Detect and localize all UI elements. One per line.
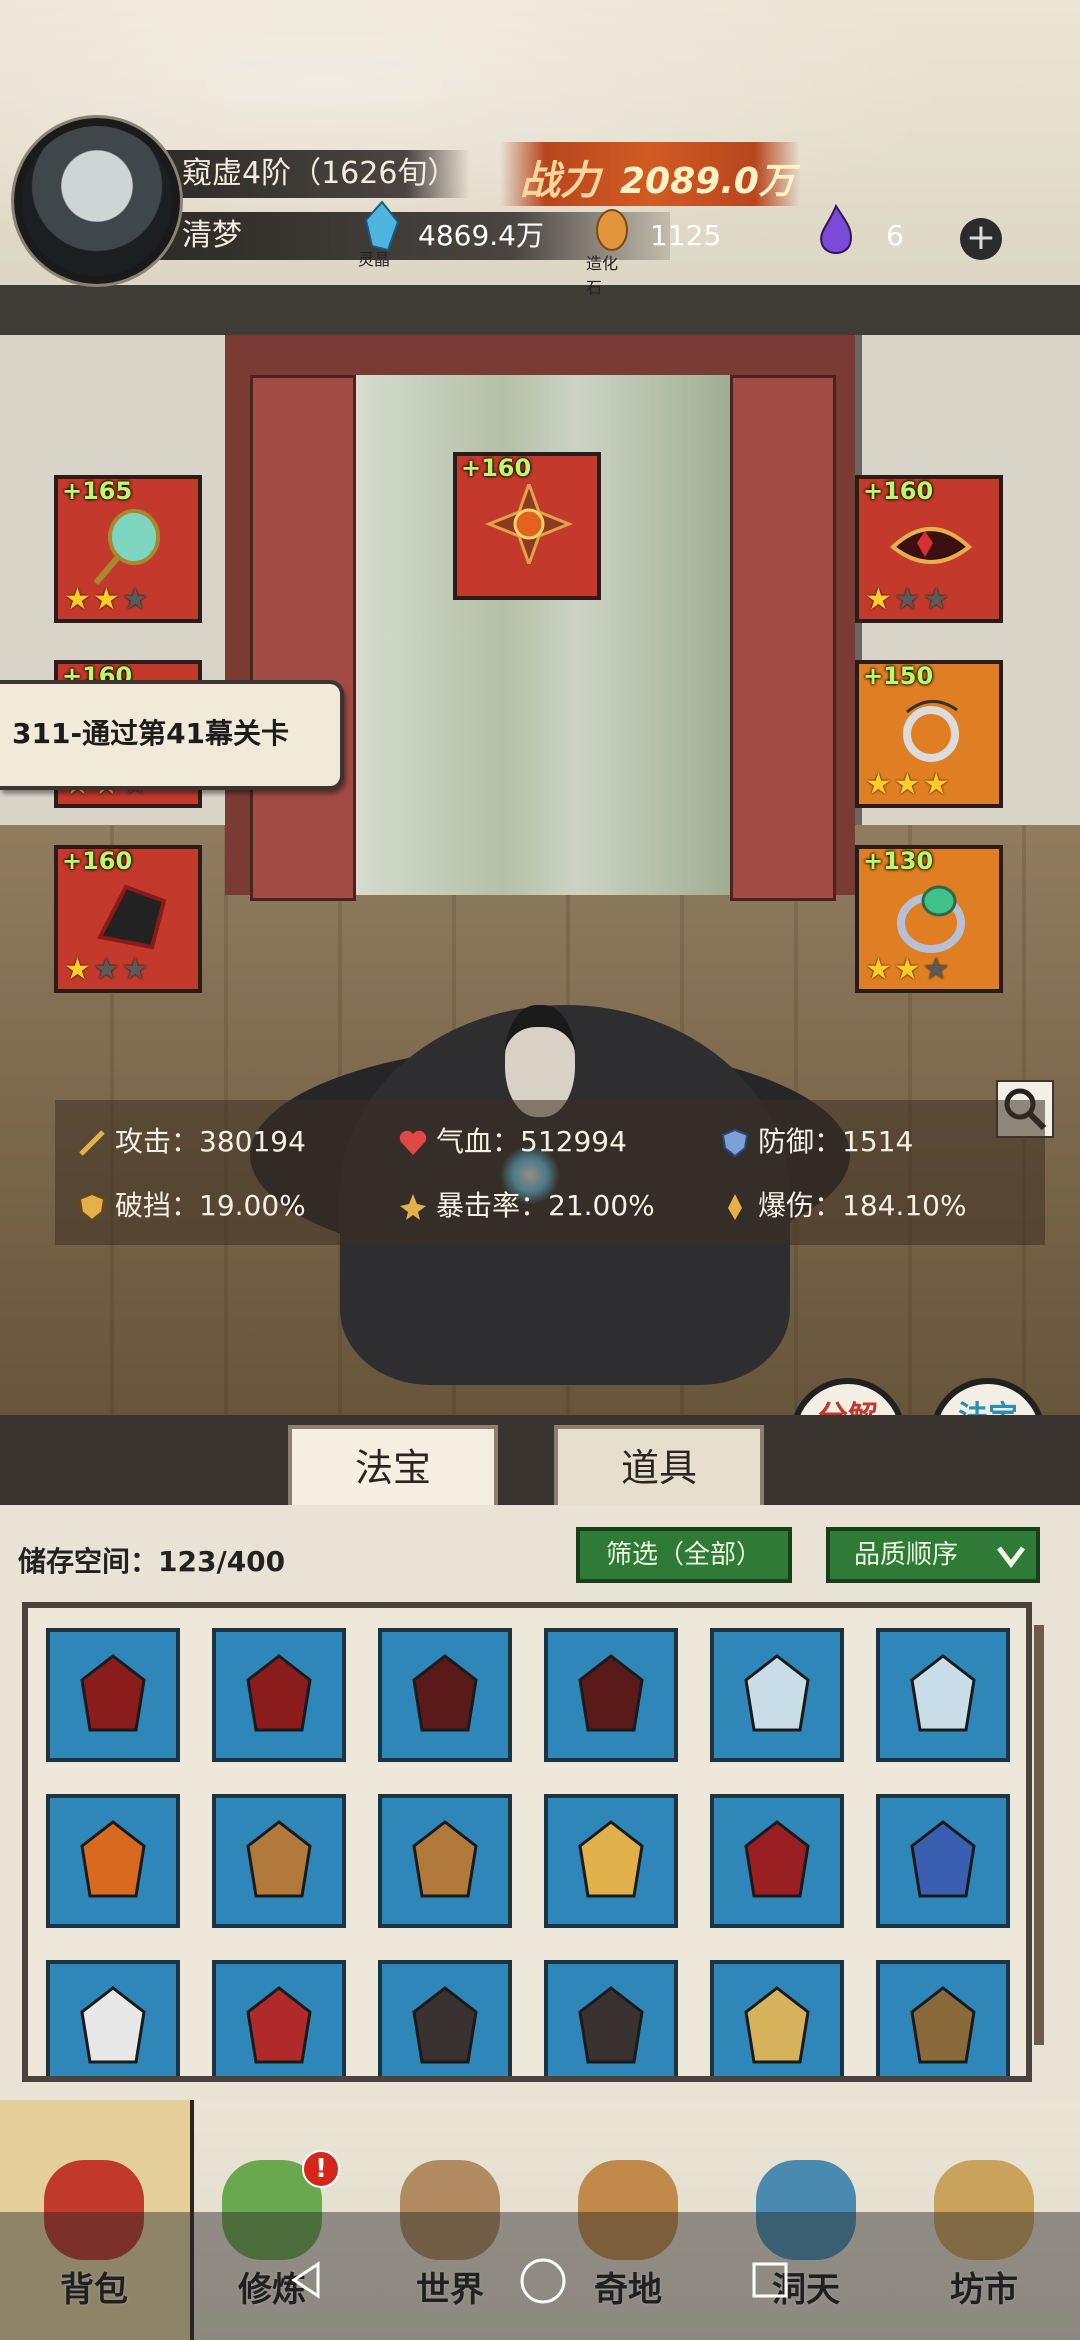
tab-strip [0,1415,1080,1505]
quest-text: 311-通过第41幕关卡 [12,717,290,750]
ice-sword-icon [910,1654,976,1732]
spirit-flame-resource[interactable] [816,203,856,262]
chevron-down-icon [997,1546,1025,1569]
zaohuashi-resource[interactable]: 造化石 [586,204,632,297]
inventory-slot[interactable] [876,1794,1010,1928]
crit-icon [400,1194,426,1220]
stat-attack: 攻击：380194 [77,1120,306,1160]
stat-crit-rate: 暴击率：21.00% [398,1184,655,1224]
ice-sword-icon [744,1654,810,1732]
inventory-slot[interactable] [378,1628,512,1762]
golden-armor-icon [578,1820,644,1898]
bronze-cannon-icon [910,1986,976,2064]
stat-penetration: 破挡：19.00% [77,1184,306,1224]
player-name: 清梦 [182,218,242,253]
quest-banner[interactable]: 311-通过第41幕关卡 [0,680,344,790]
azure-armor-icon [910,1820,976,1898]
star-rating: ★★★ [865,582,952,617]
lingjing-resource[interactable]: 灵晶 [358,200,402,269]
crimson-robe-icon [744,1820,810,1898]
stats-panel: 攻击：380194 气血：512994 防御：1514 破挡：19.00% 暴击… [55,1100,1045,1245]
broken-shield-icon [78,1192,106,1222]
dark-gauntlet-icon [96,884,167,950]
blood-claw-icon [80,1654,146,1732]
bronze-staff-icon [412,1820,478,1898]
spirit-flame-value: 6 [886,219,904,252]
inventory-slot[interactable] [378,1960,512,2076]
combat-power-label: 战力 [520,158,600,204]
sun-emblem-icon [485,484,573,564]
spirit-flame-icon [820,203,852,254]
equip-slot-left-1[interactable]: +165 ★★★ [54,475,202,623]
stat-hp: 气血：512994 [398,1120,627,1160]
sword-icon [79,1130,105,1156]
stat-defense: 防御：1514 [720,1120,913,1160]
filter-button[interactable]: 筛选（全部） [576,1527,792,1583]
inventory-slot[interactable] [46,1960,180,2076]
gold-plate-armor-icon [744,1986,810,2064]
inventory-slot[interactable] [378,1794,512,1928]
stat-crit-damage: 爆伤：184.10% [720,1184,967,1224]
recents-icon[interactable] [750,2260,790,2300]
silver-pendant-icon [903,700,959,762]
lingjing-value: 4869.4万 [418,219,544,252]
rank-bar: 窥虚4阶（1626旬） [150,150,470,198]
star-rating: ★★★ [865,767,952,802]
inventory-slot[interactable] [46,1628,180,1762]
bronze-staff-icon [246,1820,312,1898]
dark-saw-wheel-icon [412,1654,478,1732]
star-rating: ★★★ [865,952,952,987]
star-rating: ★★★ [64,582,151,617]
white-robe-icon [80,1986,146,2064]
tab-items[interactable]: 道具 [554,1425,764,1511]
inventory-slot[interactable] [544,1960,678,2076]
equip-slot-right-3[interactable]: +130 ★★★ [855,845,1003,993]
equip-slot-left-3[interactable]: +160 ★★★ [54,845,202,993]
equip-slot-top[interactable]: +160 [453,452,601,600]
inventory-slot[interactable] [876,1628,1010,1762]
inventory-slot[interactable] [544,1628,678,1762]
zaohuashi-value: 1125 [650,219,722,252]
notification-badge: ! [302,2150,340,2188]
crit-damage-icon [728,1194,742,1220]
inventory-grid [22,1602,1032,2082]
shield-icon [721,1128,749,1158]
crimson-headband-icon [889,527,973,564]
home-icon[interactable] [518,2256,568,2306]
black-robe-icon [578,1986,644,2064]
inventory-slot[interactable] [544,1794,678,1928]
equip-slot-right-2[interactable]: +150 ★★★ [855,660,1003,808]
add-resource-button[interactable]: + [960,218,1002,260]
left-door [250,375,356,901]
equip-slot-right-1[interactable]: +160 ★★★ [855,475,1003,623]
inventory-slot[interactable] [710,1794,844,1928]
flame-axe-icon [80,1820,146,1898]
demon-helm-icon [246,1986,312,2064]
blood-claw-icon [246,1654,312,1732]
star-rating: ★★★ [64,952,151,987]
inventory-slot[interactable] [212,1628,346,1762]
tab-treasure[interactable]: 法宝 [288,1425,498,1511]
dark-saw-wheel-icon [578,1654,644,1732]
back-icon[interactable] [286,2260,326,2300]
inventory-slot[interactable] [710,1960,844,2076]
inventory-scrollbar[interactable] [1034,1625,1044,2045]
inventory-slot[interactable] [710,1628,844,1762]
heart-icon [399,1130,427,1155]
jade-ring-icon [897,885,965,953]
jade-fan-icon [93,509,160,585]
combat-power-value: 2089.0万 [620,161,795,202]
inventory-slot[interactable] [46,1794,180,1928]
sort-dropdown[interactable]: 品质顺序 [826,1527,1040,1583]
right-door [730,375,836,901]
player-avatar[interactable] [14,118,180,284]
inventory-slot[interactable] [212,1794,346,1928]
inventory-slot[interactable] [212,1960,346,2076]
inventory-slot[interactable] [876,1960,1010,2076]
roof-beam [0,285,1080,335]
storage-capacity: 储存空间：123/400 [18,1545,286,1578]
black-robe-icon [412,1986,478,2064]
player-rank: 窥虚4阶（1626旬） [182,156,458,191]
